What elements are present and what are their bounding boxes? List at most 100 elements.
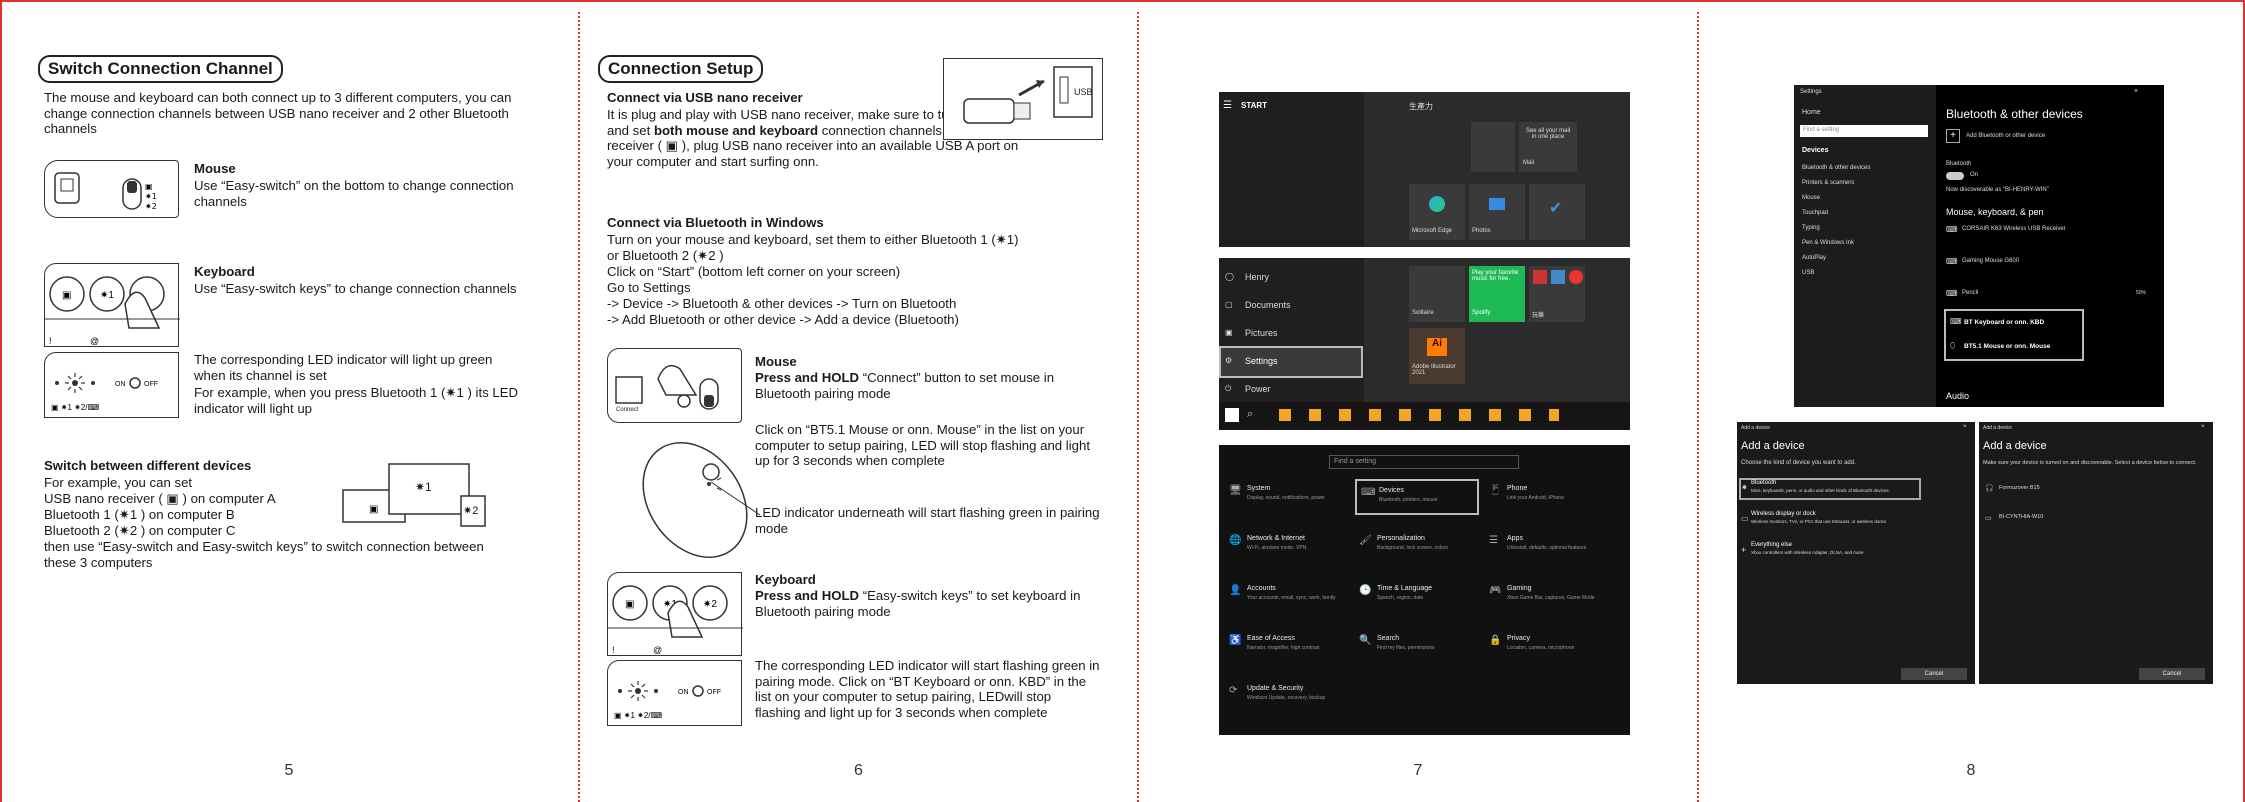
settings-tile[interactable]: ♿ Ease of Access Narrator, magnifier, high…: [1225, 629, 1349, 665]
settings-tile[interactable]: 🎮 Gaming Xbox Game Bar, captures, Game Mod…: [1485, 579, 1609, 615]
settings-tile-icon: 🖥: [1229, 485, 1242, 496]
settings-tile-icon: ☰: [1489, 535, 1498, 546]
settings-tile[interactable]: 🖥 System Display, sound, notifications, po…: [1225, 479, 1349, 515]
nav-item[interactable]: USB: [1802, 270, 1814, 276]
settings-tile-name: System: [1247, 485, 1271, 492]
bt-keyboard-item[interactable]: BT Keyboard or onn. KBD: [1964, 319, 2044, 326]
switch-line-4: Bluetooth 2 (✷2 ) on computer C: [44, 523, 236, 538]
keyboard-keys-illustration: ▣ ✷1 ! @: [44, 263, 180, 347]
add-icon[interactable]: +: [1946, 129, 1960, 143]
mail-tile[interactable]: See all your mail in one place Mail: [1519, 122, 1577, 172]
nav-item[interactable]: Bluetooth & other devices: [1802, 165, 1870, 171]
page-5: Switch Connection Channel The mouse and …: [0, 0, 578, 802]
settings-tile-icon: 👤: [1229, 585, 1242, 596]
bt-heading: Connect via Bluetooth in Windows: [607, 215, 824, 230]
option-bluetooth[interactable]: Bluetooth: [1751, 480, 1776, 486]
device-2[interactable]: Gaming Mouse G600: [1962, 258, 2019, 264]
audio-heading: Audio: [1946, 391, 1970, 401]
page-number: 5: [284, 762, 294, 779]
nav-home[interactable]: Home: [1802, 109, 1821, 116]
settings-tile-name: Apps: [1507, 535, 1523, 542]
nav-item[interactable]: Pen & Windows Ink: [1802, 240, 1854, 246]
settings-tile-icon: 📱: [1489, 485, 1502, 496]
led-indicator-illustration: ON OFF ▣ ✷1 ✷2/⌨: [44, 352, 179, 418]
close-icon[interactable]: ×: [2201, 424, 2205, 430]
photos-tile[interactable]: Photos: [1469, 184, 1525, 240]
nav-item[interactable]: AutoPlay: [1802, 255, 1826, 261]
user-label[interactable]: Henry: [1245, 272, 1269, 282]
computer-b-label: ✷1: [415, 480, 432, 494]
settings-tile-desc: Speech, region, date: [1377, 595, 1424, 601]
mouse-connect-illustration: Connect: [607, 348, 742, 423]
settings-search-input[interactable]: Find a setting: [1329, 455, 1519, 469]
menu-power[interactable]: Power: [1245, 384, 1271, 394]
switch-line-3: Bluetooth 1 (✷1 ) on computer B: [44, 507, 235, 522]
device-1[interactable]: CORSAIR K63 Wireless USB Receiver: [1962, 226, 2066, 232]
taskbar-app-icons[interactable]: [1279, 409, 1559, 421]
solitaire-label: Solitaire: [1412, 310, 1434, 316]
menu-documents[interactable]: Documents: [1245, 300, 1291, 310]
settings-tile-icon: 🎮: [1489, 585, 1502, 596]
settings-tile[interactable]: 🕒 Time & Language Speech, region, date: [1355, 579, 1479, 615]
bt-mouse-item[interactable]: BT5.1 Mouse or onn. Mouse: [1964, 343, 2050, 350]
close-icon[interactable]: ×: [2134, 88, 2138, 95]
option-everything[interactable]: Everything else: [1751, 542, 1792, 548]
highlight-box: [1944, 309, 2084, 361]
found-device-1[interactable]: Formuzover B15: [1999, 485, 2040, 491]
cancel-button[interactable]: Cancel: [1901, 668, 1967, 680]
power-icon: ⏻: [1225, 384, 1232, 393]
found-device-2[interactable]: BI-CYNTHIA-W10: [1999, 514, 2043, 520]
switch-line-5: then use “Easy-switch and Easy-switch ke…: [44, 539, 484, 570]
settings-tile[interactable]: 🔍 Search Find my files, permissions: [1355, 629, 1479, 665]
menu-pictures[interactable]: Pictures: [1245, 328, 1278, 338]
settings-tile-desc: Background, lock screen, colors: [1377, 545, 1448, 551]
settings-tile[interactable]: ☰ Apps Uninstall, defaults, optional featu…: [1485, 529, 1609, 565]
menu-settings[interactable]: Settings: [1245, 356, 1278, 366]
nav-item[interactable]: Printers & scanners: [1802, 180, 1854, 186]
office-tile[interactable]: [1471, 122, 1515, 172]
edge-tile[interactable]: Microsoft Edge: [1409, 184, 1465, 240]
settings-tile[interactable]: 📱 Phone Link your Android, iPhone: [1485, 479, 1609, 515]
nav-item[interactable]: Typing: [1802, 225, 1820, 231]
add-device-dialog-2: Add a device × Add a device Make sure yo…: [1979, 422, 2213, 684]
option-display[interactable]: Wireless display or dock: [1751, 511, 1816, 517]
windows-start-icon[interactable]: [1225, 408, 1239, 422]
settings-tile-name: Personalization: [1377, 535, 1425, 542]
bt-label: Bluetooth: [1946, 161, 1972, 167]
settings-tile-icon: 🌐: [1229, 535, 1242, 546]
hamburger-icon[interactable]: ☰: [1223, 100, 1232, 111]
settings-tile[interactable]: ⌨ Devices Bluetooth, printers, mouse: [1355, 479, 1479, 515]
add-device-link[interactable]: Add Bluetooth or other device: [1966, 133, 2045, 139]
device-3[interactable]: Pencil: [1962, 290, 1978, 296]
settings-tile-desc: Wi-Fi, airplane mode, VPN: [1247, 545, 1307, 551]
settings-tile-desc: Your accounts, email, sync, work, family: [1247, 595, 1336, 601]
bluetooth-toggle[interactable]: [1946, 172, 1964, 180]
settings-tile[interactable]: 🔒 Privacy Location, camera, microphone: [1485, 629, 1609, 665]
pictures-icon: ▣: [1225, 328, 1233, 337]
spotify-tile[interactable]: Play your favorite music for free. Spoti…: [1469, 266, 1525, 322]
close-icon[interactable]: ×: [1963, 424, 1967, 430]
mouse-text: Use “Easy-switch” on the bottom to chang…: [194, 178, 514, 209]
bt-line-5: -> Device -> Bluetooth & other devices -…: [607, 296, 957, 311]
page-title: Connection Setup: [598, 55, 764, 83]
nav-search-input[interactable]: Find a setting: [1800, 125, 1928, 137]
todo-tile[interactable]: ✔: [1529, 184, 1585, 240]
settings-tile[interactable]: 👤 Accounts Your accounts, email, sync, wor…: [1225, 579, 1349, 615]
settings-tile[interactable]: 🌐 Network & Internet Wi-Fi, airplane mode,…: [1225, 529, 1349, 565]
photos-icon: [1489, 198, 1505, 210]
edge-label: Microsoft Edge: [1412, 228, 1453, 234]
settings-tile[interactable]: 🖌 Personalization Background, lock screen,…: [1355, 529, 1479, 565]
headset-icon: 🎧: [1985, 485, 1994, 492]
illustrator-tile[interactable]: Ai Adobe Illustrator 2021: [1409, 328, 1465, 384]
cancel-button[interactable]: Cancel: [2139, 668, 2205, 680]
solitaire-tile[interactable]: Solitaire: [1409, 266, 1465, 322]
settings-tile[interactable]: ⟳ Update & Security Windows Update, recove…: [1225, 679, 1349, 715]
search-icon[interactable]: ⌕: [1247, 408, 1253, 421]
bluetooth-icon: ✷: [1741, 483, 1748, 492]
keyboard-pair-illustration: ▣ ✷1 ✷2 ! @: [607, 572, 743, 656]
games-tile[interactable]: 玩樂: [1529, 266, 1585, 322]
nav-item[interactable]: Mouse: [1802, 195, 1820, 201]
nav-item[interactable]: Touchpad: [1802, 210, 1828, 216]
settings-tile-name: Search: [1377, 635, 1400, 642]
led-text-2: For example, when you press Bluetooth 1 …: [194, 385, 519, 416]
